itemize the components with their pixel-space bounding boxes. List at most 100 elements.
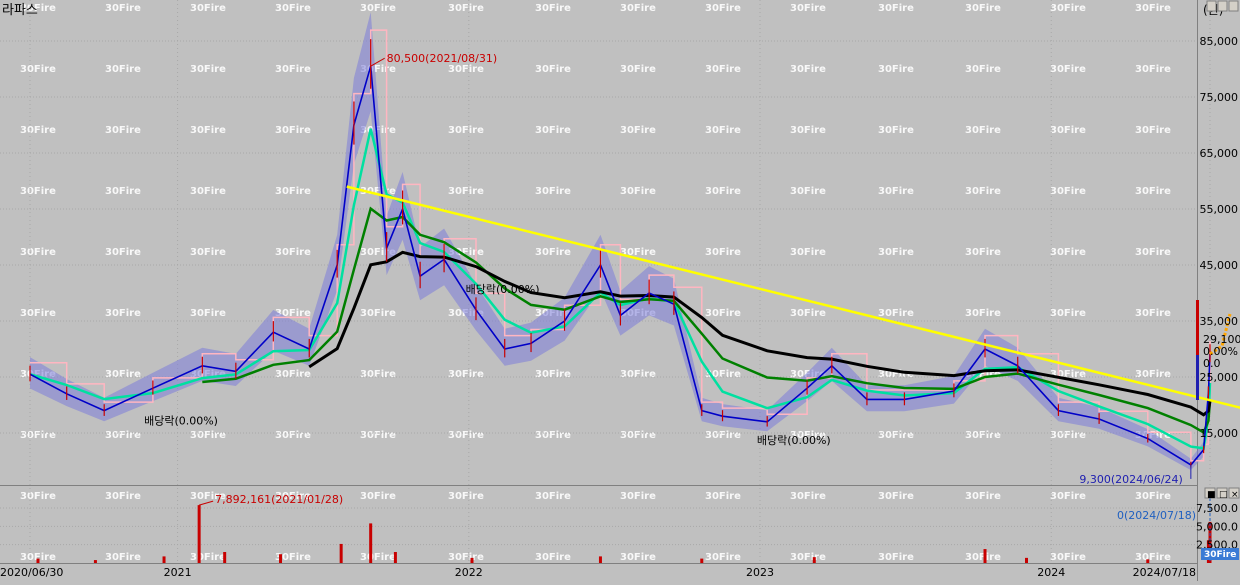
watermark-text: 30Fire (790, 491, 826, 502)
volume-close-icon: × (1231, 490, 1239, 500)
price-annotation: 배당락(0.00%) (144, 415, 218, 428)
watermark-text: 30Fire (535, 369, 571, 380)
watermark-text: 30Fire (448, 186, 484, 197)
volume-annotation: 0(2024/07/18) (1117, 509, 1196, 522)
watermark-text: 30Fire (965, 125, 1001, 136)
watermark-text: 30Fire (105, 552, 141, 563)
volume-restore-icon: □ (1219, 490, 1228, 500)
volume-bar (812, 557, 816, 563)
watermark-text: 30Fire (1135, 369, 1171, 380)
watermark-text: 30Fire (620, 430, 656, 441)
watermark-text: 30Fire (360, 3, 396, 14)
chart-canvas[interactable]: 30Fire 30Fire 30Fire 30Fire 30Fire 30Fire 30Fi… (0, 0, 1240, 581)
price-annotation: 9,300(2024/06/24) (1079, 473, 1182, 486)
watermark-text: 30Fire (190, 64, 226, 75)
watermark-text: 30Fire (1135, 3, 1171, 14)
watermark-text: 30Fire (105, 247, 141, 258)
watermark-text: 30Fire (360, 308, 396, 319)
watermark-text: 30Fire (20, 491, 56, 502)
volume-bar (983, 549, 987, 563)
chart-title: 라파스 (2, 3, 38, 18)
volume-bar (369, 523, 373, 563)
volume-annotation: 7,892,161(2021/01/28) (215, 493, 343, 506)
y-tick-label: 55,000 (1200, 203, 1239, 216)
watermark-text: 30Fire (790, 125, 826, 136)
watermark-text: 30Fire (275, 3, 311, 14)
watermark-text: 30Fire (190, 125, 226, 136)
scale-bar-up (1196, 300, 1199, 355)
close-button[interactable] (1228, 0, 1239, 12)
y-tick-label: 75,000 (1200, 91, 1239, 104)
watermark-text: 30Fire (1050, 125, 1086, 136)
watermark-text: 30Fire (275, 369, 311, 380)
watermark-text: 30Fire (1135, 64, 1171, 75)
y-tick-label: 15,000 (1200, 427, 1239, 440)
volume-bar (393, 552, 397, 563)
volume-badge-text: 30Fire (1204, 550, 1236, 560)
watermark-text: 30Fire (965, 3, 1001, 14)
watermark-text: 30Fire (878, 3, 914, 14)
maximize-button[interactable] (1206, 0, 1217, 12)
stock-chart-window: 30Fire 30Fire 30Fire 30Fire 30Fire 30Fire 30Fi… (0, 0, 1240, 581)
watermark-text: 30Fire (965, 491, 1001, 502)
watermark-text: 30Fire (965, 430, 1001, 441)
watermark-text: 30Fire (448, 64, 484, 75)
watermark-text: 30Fire (705, 308, 741, 319)
watermark-text: 30Fire (20, 186, 56, 197)
watermark-text: 30Fire (1050, 247, 1086, 258)
watermark-text: 30Fire (360, 491, 396, 502)
watermark-text: 30Fire (705, 430, 741, 441)
watermark-text: 30Fire (790, 186, 826, 197)
volume-bar (339, 543, 343, 563)
scale-bar-down (1196, 355, 1199, 400)
watermark-text: 30Fire (965, 247, 1001, 258)
volume-bar (223, 552, 227, 563)
y-tick-label: 45,000 (1200, 259, 1239, 272)
watermark-text: 30Fire (1050, 552, 1086, 563)
volume-bar (1146, 559, 1150, 563)
watermark-text: 30Fire (190, 247, 226, 258)
volume-panel-buttons: ■ □ × (1204, 487, 1240, 500)
watermark-text: 30Fire (620, 125, 656, 136)
watermark-text: 30Fire (705, 3, 741, 14)
watermark-text: 30Fire (190, 552, 226, 563)
watermark-text: 30Fire (1135, 186, 1171, 197)
watermark-text: 30Fire (535, 64, 571, 75)
watermark-text: 30Fire (790, 64, 826, 75)
watermark-text: 30Fire (620, 64, 656, 75)
watermark-text: 30Fire (878, 430, 914, 441)
watermark-text: 30Fire (1050, 64, 1086, 75)
watermark-text: 30Fire (275, 125, 311, 136)
watermark-text: 30Fire (190, 186, 226, 197)
volume-bar (598, 556, 602, 563)
watermark-text: 30Fire (448, 125, 484, 136)
volume-bar (162, 556, 166, 563)
watermark-text: 30Fire (360, 552, 396, 563)
watermark-text: 30Fire (535, 491, 571, 502)
watermark-text: 30Fire (1135, 308, 1171, 319)
watermark-text: 30Fire (448, 3, 484, 14)
watermark-text: 30Fire (620, 552, 656, 563)
current-volume-label: 0.0 (1203, 357, 1221, 370)
x-tick-label: 2023 (746, 566, 774, 579)
watermark-text: 30Fire (705, 186, 741, 197)
restore-button[interactable] (1217, 0, 1228, 12)
watermark-text: 30Fire (448, 369, 484, 380)
watermark-text: 30Fire (965, 308, 1001, 319)
watermark-text: 30Fire (535, 186, 571, 197)
watermark-text: 30Fire (1050, 308, 1086, 319)
watermark-text: 30Fire (620, 186, 656, 197)
volume-bar (470, 557, 474, 563)
watermark-text: 30Fire (105, 64, 141, 75)
watermark-text: 30Fire (1135, 552, 1171, 563)
watermark-text: 30Fire (790, 552, 826, 563)
watermark-text: 30Fire (360, 430, 396, 441)
watermark-text: 30Fire (1050, 430, 1086, 441)
watermark-text: 30Fire (878, 125, 914, 136)
x-tick-label: 2021 (164, 566, 192, 579)
watermark-text: 30Fire (878, 247, 914, 258)
watermark-text: 30Fire (705, 552, 741, 563)
x-tick-label: 2024 (1037, 566, 1065, 579)
watermark-text: 30Fire (535, 552, 571, 563)
watermark-text: 30Fire (790, 3, 826, 14)
